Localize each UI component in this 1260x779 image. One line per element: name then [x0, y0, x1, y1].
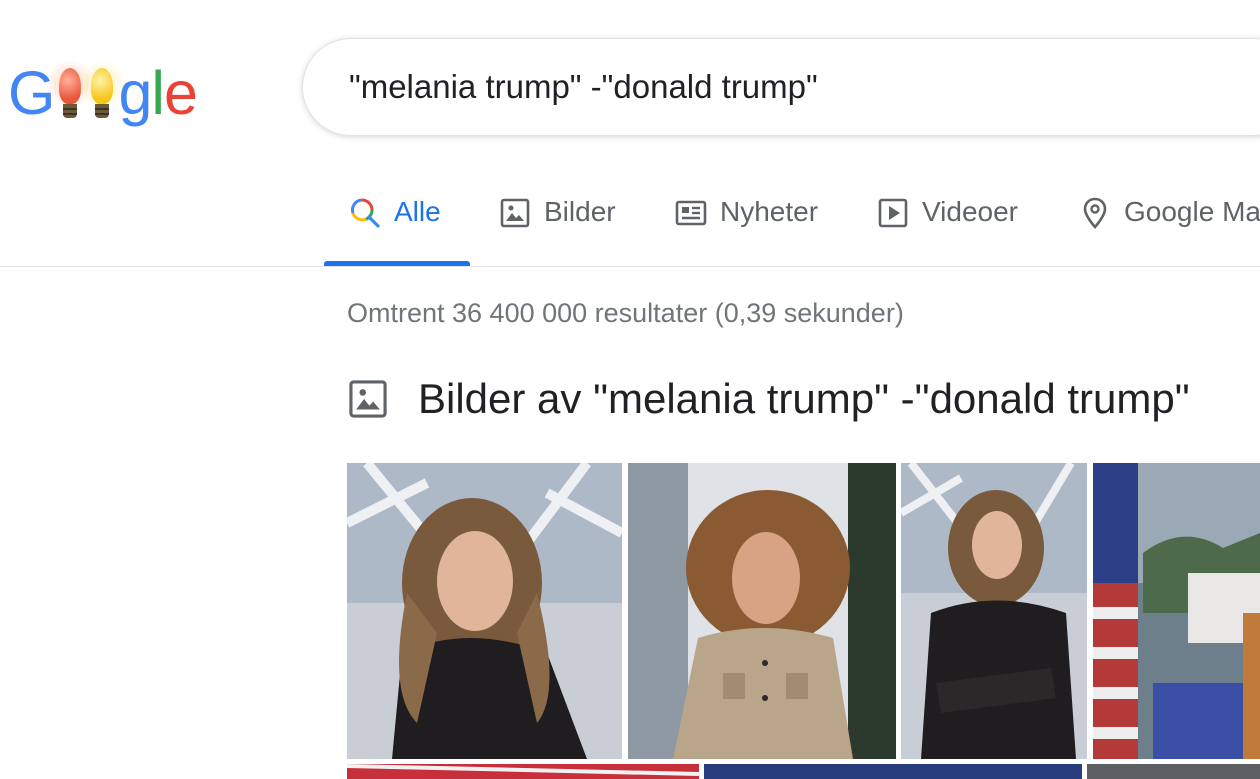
logo-letters-gle: gle [118, 59, 197, 127]
tab-videos[interactable]: Videoer [876, 190, 1018, 266]
play-icon [876, 196, 910, 230]
image-thumbnail[interactable] [901, 463, 1087, 759]
image-thumbnail[interactable] [704, 764, 1082, 779]
image-thumbnail[interactable] [1093, 463, 1260, 759]
tab-news[interactable]: Nyheter [674, 190, 818, 266]
google-logo[interactable]: G gle [8, 54, 198, 127]
tab-all-label: Alle [394, 196, 441, 227]
search-box[interactable] [302, 38, 1260, 136]
search-input[interactable] [349, 65, 1249, 109]
tab-maps-label: Google Maps [1124, 196, 1260, 227]
logo-letter-g: G [8, 59, 55, 127]
image-icon [347, 378, 389, 420]
image-thumbnail[interactable] [628, 463, 896, 759]
images-section-title: Bilder av "melania trump" -"donald trump… [418, 375, 1190, 422]
image-icon [498, 196, 532, 230]
search-icon [348, 196, 382, 230]
result-stats: Omtrent 36 400 000 resultater (0,39 seku… [347, 298, 904, 328]
image-thumbnail[interactable] [347, 463, 622, 759]
image-thumbnail[interactable] [1087, 764, 1260, 779]
tab-images-label: Bilder [544, 196, 616, 227]
tab-all[interactable]: Alle [324, 190, 470, 267]
logo-bulb-yellow-icon [79, 58, 126, 124]
image-thumbnail[interactable] [347, 764, 699, 779]
tab-news-label: Nyheter [720, 196, 819, 227]
tab-images[interactable]: Bilder [498, 190, 616, 266]
tab-maps[interactable]: Google Maps [1078, 190, 1260, 266]
tabs-divider [0, 266, 1260, 267]
images-section-header[interactable]: Bilder av "melania trump" -"donald trump… [347, 375, 1190, 423]
location-pin-icon [1078, 196, 1112, 230]
news-icon [674, 196, 708, 230]
tab-videos-label: Videoer [922, 196, 1019, 227]
